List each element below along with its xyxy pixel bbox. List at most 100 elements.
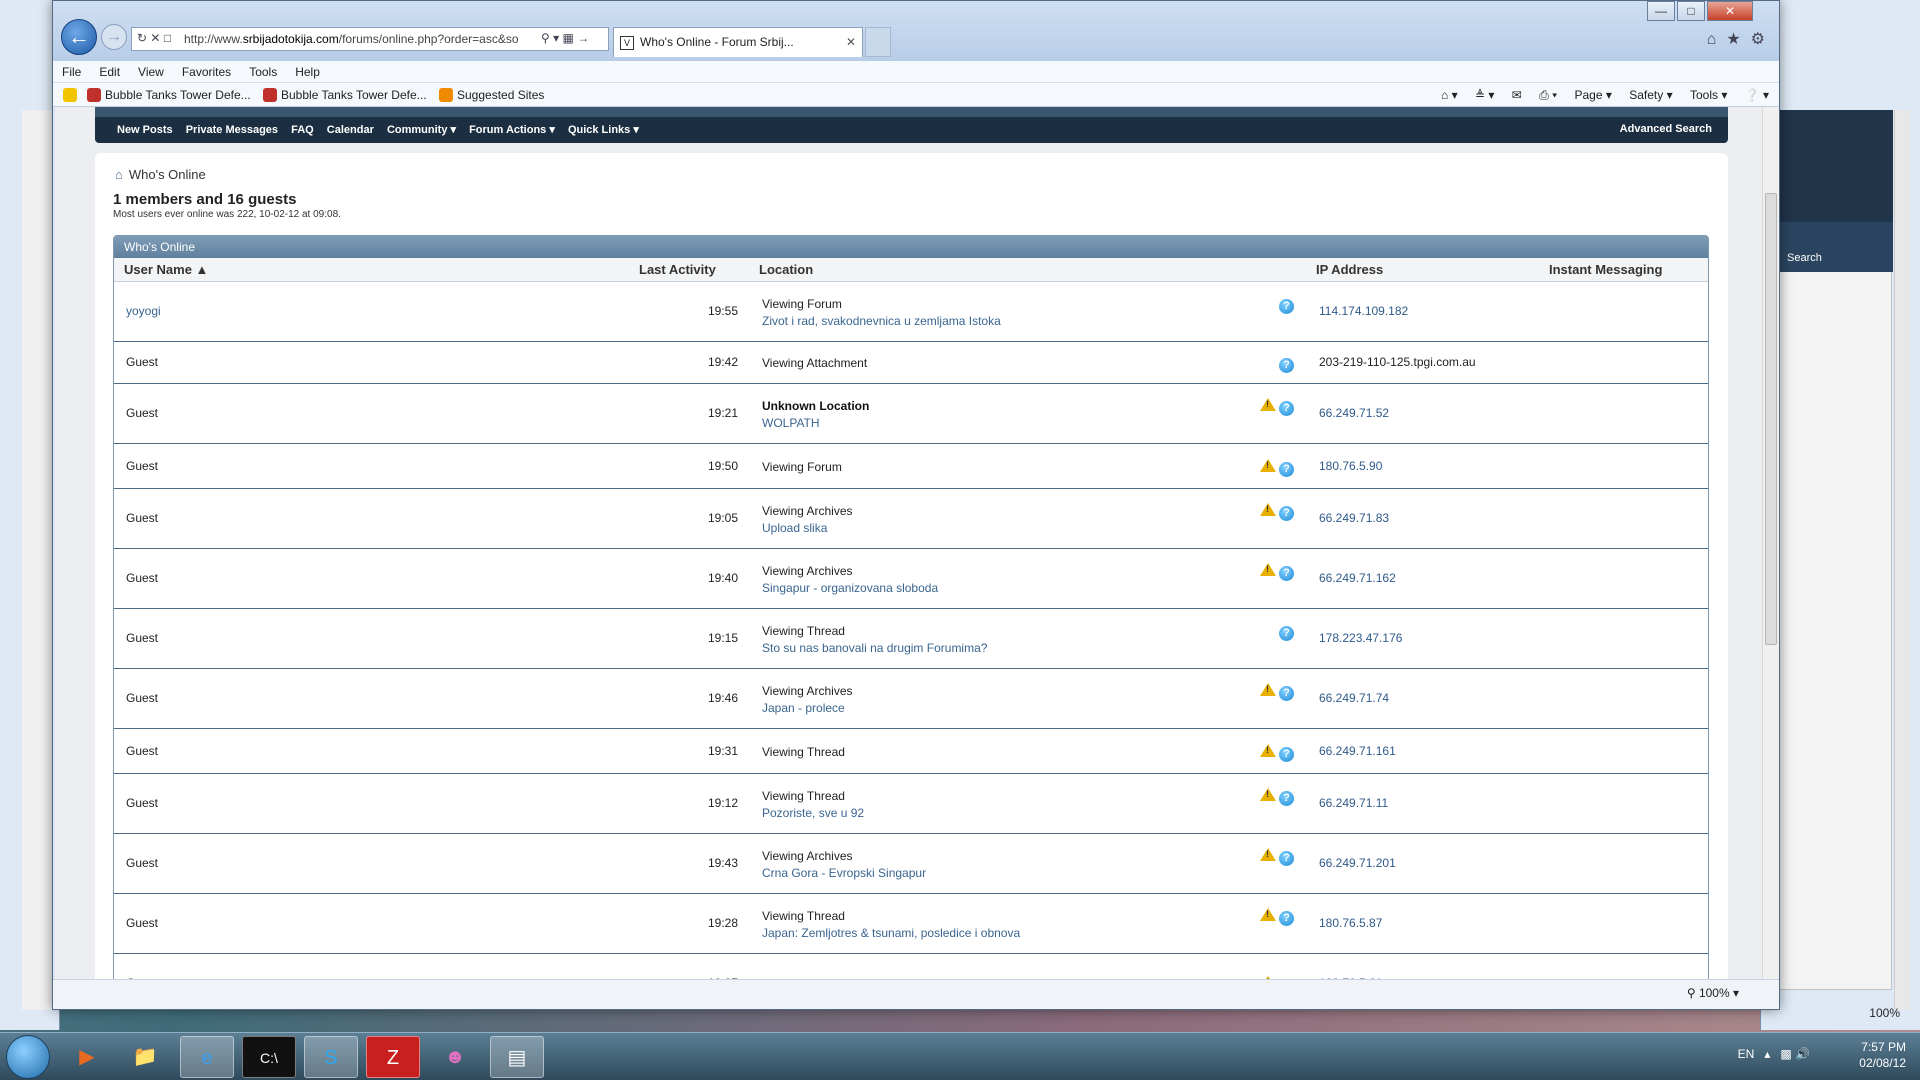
help-icon[interactable]: ? — [1279, 911, 1294, 926]
gear-icon[interactable]: ⚙ — [1751, 31, 1765, 48]
help-icon[interactable]: ? — [1279, 462, 1294, 477]
close-button[interactable]: ✕ — [1707, 1, 1753, 21]
help-icon[interactable]: ? — [1279, 747, 1294, 762]
warning-icon[interactable] — [1260, 744, 1276, 757]
internet-explorer-icon[interactable]: e — [180, 1036, 234, 1078]
help-icon[interactable]: ? — [1279, 626, 1294, 641]
go-icon[interactable]: → — [577, 31, 589, 45]
advanced-search-link[interactable]: Advanced Search — [1620, 117, 1712, 141]
location-link[interactable]: Zivot i rad, svakodnevnica u zemljama Is… — [762, 313, 1001, 330]
location-link[interactable]: Sto su nas banovali na drugim Forumima? — [762, 640, 987, 657]
safety-menu[interactable]: Safety ▾ — [1629, 88, 1672, 102]
warning-icon[interactable] — [1260, 788, 1276, 801]
start-button[interactable] — [6, 1035, 50, 1079]
cell-ip-address[interactable]: 66.249.71.83 — [1319, 511, 1389, 525]
cell-ip-address[interactable]: 66.249.71.161 — [1319, 744, 1396, 758]
tab-whos-online[interactable]: V Who's Online - Forum Srbij... ✕ — [613, 27, 863, 57]
volume-icon[interactable]: 🔊 — [1795, 1047, 1810, 1061]
explorer-icon[interactable]: 📁 — [118, 1036, 172, 1078]
location-link[interactable]: Upload slika — [762, 520, 853, 537]
location-link[interactable]: Japan - prolece — [762, 700, 853, 717]
location-link[interactable]: WOLPATH — [762, 415, 869, 432]
menu-edit[interactable]: Edit — [90, 61, 129, 83]
background-zoom-level[interactable]: 100% — [1869, 1006, 1900, 1020]
mail-icon[interactable]: ✉ — [1512, 88, 1522, 102]
help-icon[interactable]: ? — [1279, 566, 1294, 581]
back-button[interactable]: ← — [61, 19, 97, 55]
warning-icon[interactable] — [1260, 848, 1276, 861]
help-icon[interactable]: ? — [1279, 686, 1294, 701]
skype-icon[interactable]: S — [304, 1036, 358, 1078]
location-link[interactable]: Crna Gora - Evropski Singapur — [762, 865, 926, 882]
stop-icon[interactable]: ✕ — [150, 31, 160, 45]
menu-tools[interactable]: Tools — [240, 61, 286, 83]
cell-ip-address[interactable]: 114.174.109.182 — [1319, 304, 1408, 318]
nav-quick-links[interactable]: Quick Links ▾ — [568, 124, 639, 136]
tab-close-icon[interactable]: ✕ — [846, 28, 856, 56]
cell-ip-address[interactable]: 66.249.71.52 — [1319, 406, 1389, 420]
header-ip-address[interactable]: IP Address — [1316, 262, 1383, 277]
home-icon[interactable]: ⌂ ▾ — [1441, 88, 1458, 102]
warning-icon[interactable] — [1260, 398, 1276, 411]
menu-file[interactable]: File — [53, 61, 90, 83]
favorite-bubble-tanks-1[interactable]: Bubble Tanks Tower Defe... — [87, 83, 251, 107]
address-bar[interactable]: http://www.srbijadotokija.com/forums/onl… — [131, 27, 609, 51]
favorites-star-icon[interactable] — [63, 83, 81, 107]
print-icon[interactable]: ⎙ ▾ — [1539, 88, 1557, 102]
help-icon[interactable]: ? — [1279, 506, 1294, 521]
background-window-right[interactable]: Search 100% — [1760, 0, 1920, 1030]
cell-user[interactable]: yoyogi — [126, 304, 161, 318]
compat-view-icon[interactable]: ▦ — [563, 31, 574, 45]
menu-view[interactable]: View — [129, 61, 173, 83]
location-link[interactable]: Japan: Zemljotres & tsunami, posledice i… — [762, 925, 1020, 942]
cell-ip-address[interactable]: 180.76.5.87 — [1319, 916, 1382, 930]
favorites-star-icon[interactable]: ★ — [1726, 31, 1740, 48]
forward-button[interactable]: → — [101, 24, 127, 50]
background-search-button[interactable]: Search — [1769, 222, 1893, 272]
window-icon[interactable]: ▤ — [490, 1036, 544, 1078]
nav-private-messages[interactable]: Private Messages — [186, 124, 278, 136]
help-icon[interactable]: ? — [1279, 299, 1294, 314]
favorite-bubble-tanks-2[interactable]: Bubble Tanks Tower Defe... — [263, 83, 427, 107]
help-icon[interactable]: ? — [1279, 791, 1294, 806]
messenger-icon[interactable]: ☻ — [428, 1036, 482, 1078]
language-indicator[interactable]: EN — [1738, 1047, 1755, 1061]
warning-icon[interactable] — [1260, 503, 1276, 516]
header-user-name[interactable]: User Name ▲ — [124, 262, 208, 277]
new-tab-button[interactable] — [865, 27, 891, 57]
warning-icon[interactable] — [1260, 459, 1276, 472]
menu-help[interactable]: Help — [286, 61, 329, 83]
home-icon[interactable]: ⌂ — [115, 167, 123, 182]
nav-calendar[interactable]: Calendar — [327, 124, 374, 136]
zoom-level[interactable]: ⚲ 100% ▾ — [1687, 986, 1739, 1000]
cell-ip-address[interactable]: 66.249.71.201 — [1319, 856, 1396, 870]
home-icon[interactable]: ⌂ — [1707, 31, 1717, 48]
clock[interactable]: 7:57 PM 02/08/12 — [1859, 1039, 1906, 1071]
tools-menu[interactable]: Tools ▾ — [1690, 88, 1727, 102]
network-icon[interactable]: ▩ — [1780, 1047, 1791, 1061]
feeds-icon[interactable]: ≜ ▾ — [1475, 88, 1494, 102]
maximize-button[interactable]: □ — [1677, 1, 1705, 21]
help-icon[interactable]: ? — [1279, 401, 1294, 416]
nav-new-posts[interactable]: New Posts — [117, 124, 173, 136]
nav-faq[interactable]: FAQ — [291, 124, 314, 136]
cell-ip-address[interactable]: 66.249.71.74 — [1319, 691, 1389, 705]
nav-forum-actions[interactable]: Forum Actions ▾ — [469, 124, 555, 136]
header-last-activity[interactable]: Last Activity — [639, 262, 716, 277]
warning-icon[interactable] — [1260, 683, 1276, 696]
minimize-button[interactable]: — — [1647, 1, 1675, 21]
cell-ip-address[interactable]: 203-219-110-125.tpgi.com.au — [1319, 355, 1476, 369]
search-icon[interactable]: ⚲ — [541, 31, 550, 45]
help-icon[interactable]: ? — [1279, 358, 1294, 373]
menu-favorites[interactable]: Favorites — [173, 61, 240, 83]
dropdown-icon[interactable]: ▾ — [553, 31, 559, 45]
warning-icon[interactable] — [1260, 563, 1276, 576]
help-icon[interactable]: ? — [1279, 851, 1294, 866]
background-window-left[interactable] — [0, 0, 60, 1030]
cell-ip-address[interactable]: 180.76.5.90 — [1319, 459, 1382, 473]
page-menu[interactable]: Page ▾ — [1575, 88, 1612, 102]
cell-ip-address[interactable]: 178.223.47.176 — [1319, 631, 1402, 645]
command-prompt-icon[interactable]: C:\ — [242, 1036, 296, 1078]
scrollbar-thumb[interactable] — [1765, 193, 1777, 645]
header-location[interactable]: Location — [759, 262, 813, 277]
